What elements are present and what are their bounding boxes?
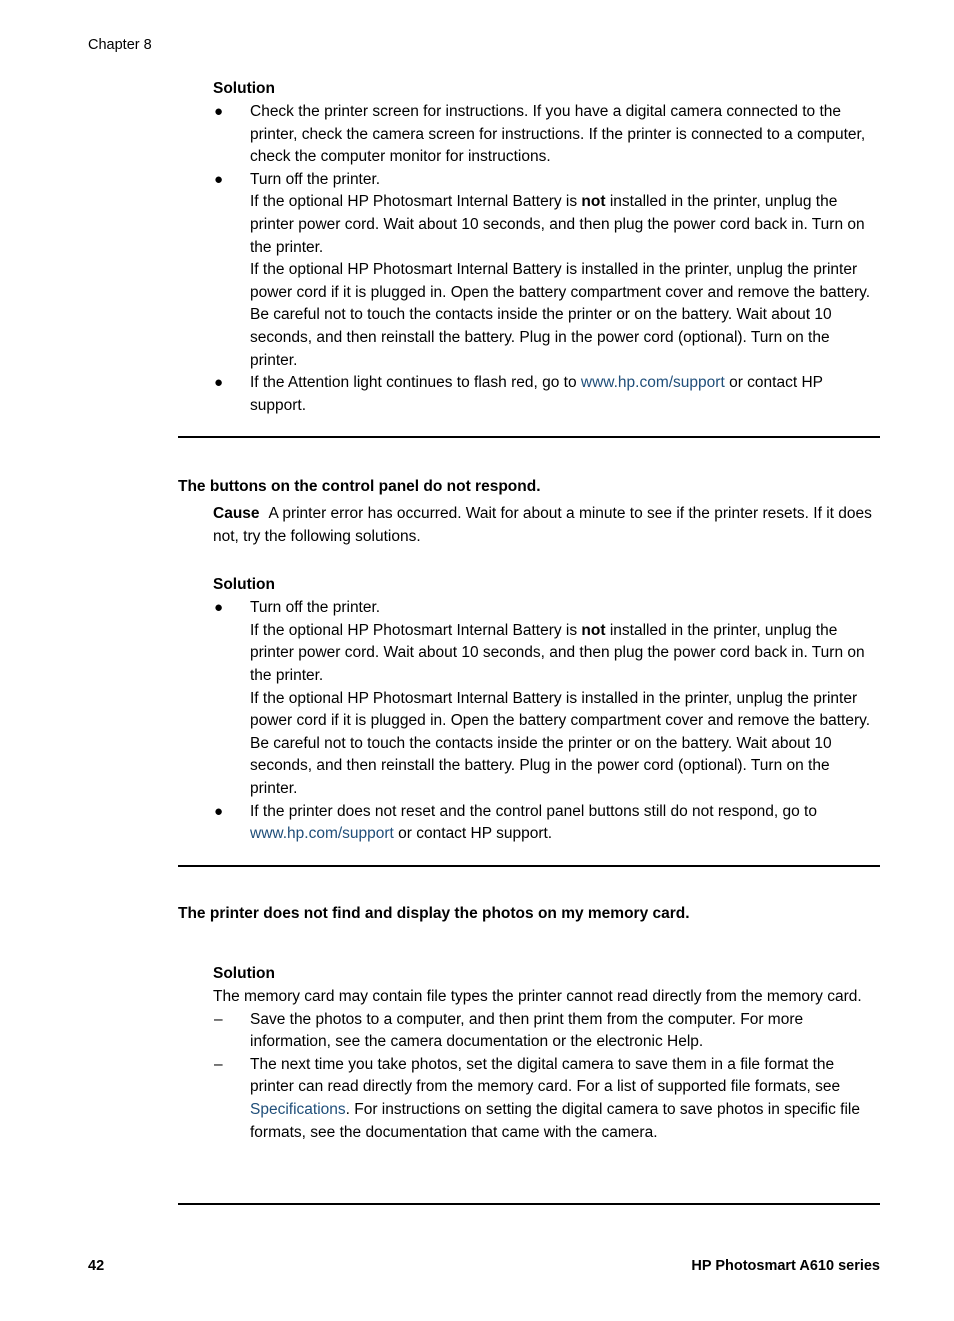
solution-heading: Solution <box>213 576 275 594</box>
solution-heading: Solution <box>213 965 275 982</box>
section-divider <box>178 865 880 867</box>
text-post: or contact HP support. <box>393 825 553 843</box>
bullet-marker: ● <box>214 374 224 392</box>
problem-heading: The printer does not find and display th… <box>178 905 690 922</box>
text-pre: If the printer does not reset and the co… <box>250 802 817 820</box>
solution-dash-list: – Save the photos to a computer, and the… <box>213 1009 880 1145</box>
dash-marker: – <box>214 1010 223 1028</box>
bullet-marker: ● <box>214 170 224 188</box>
hp-support-link[interactable]: www.hp.com/support <box>250 825 394 842</box>
solution-bullet-list: ● Check the printer screen for instructi… <box>213 101 880 417</box>
emphasis-not: not <box>581 193 606 211</box>
bullet-marker: ● <box>214 802 224 820</box>
list-item-text-block-3: If the optional HP Photosmart Internal B… <box>250 689 871 797</box>
problem-heading: The buttons on the control panel do not … <box>178 478 541 495</box>
text-pre: If the Attention light continues to flas… <box>250 374 581 392</box>
text-pre: If the optional HP Photosmart Internal B… <box>250 193 582 211</box>
section-attention-light: Solution ● Check the printer screen for … <box>178 78 880 417</box>
page-number: 42 <box>88 1258 105 1274</box>
cause-label: Cause <box>213 505 260 522</box>
cause-text: A printer error has occurred. Wait for a… <box>213 505 872 545</box>
list-item: ● Turn off the printer. If the optional … <box>213 169 880 372</box>
list-item-text: Check the printer screen for instruction… <box>250 103 866 166</box>
list-item-text: If the printer does not reset and the co… <box>250 801 880 846</box>
bullet-marker: ● <box>214 599 224 617</box>
list-item-text-block-2: If the optional HP Photosmart Internal B… <box>250 620 880 688</box>
product-name: HP Photosmart A610 series <box>691 1258 880 1274</box>
section-control-panel-buttons: The buttons on the control panel do not … <box>178 475 880 846</box>
solution-intro-paragraph: The memory card may contain file types t… <box>213 988 862 1005</box>
list-item: ● If the printer does not reset and the … <box>213 801 880 846</box>
document-page: Chapter 8 Solution ● Check the printer s… <box>0 0 954 1321</box>
list-item-text: The next time you take photos, set the d… <box>250 1054 880 1144</box>
section-divider <box>178 436 880 438</box>
page-footer: 42 HP Photosmart A610 series <box>88 1258 880 1274</box>
list-item-text-block-3: If the optional HP Photosmart Internal B… <box>250 261 871 369</box>
dash-marker: – <box>214 1055 223 1073</box>
emphasis-not: not <box>581 621 606 639</box>
text-pre: The next time you take photos, set the d… <box>250 1055 841 1096</box>
list-item-text: If the Attention light continues to flas… <box>250 372 880 417</box>
chapter-header: Chapter 8 <box>88 37 152 53</box>
bullet-marker: ● <box>214 103 224 120</box>
list-item: ● Turn off the printer. If the optional … <box>213 597 880 800</box>
hp-support-link[interactable]: www.hp.com/support <box>581 374 725 391</box>
list-item: ● If the Attention light continues to fl… <box>213 372 880 417</box>
list-item-text-block-2: If the optional HP Photosmart Internal B… <box>250 191 880 259</box>
footer-divider <box>178 1203 880 1205</box>
list-item-text: Save the photos to a computer, and then … <box>250 1010 804 1051</box>
section-memory-card-photos: The printer does not find and display th… <box>178 902 880 1144</box>
list-item-text-block-1: Turn off the printer. <box>250 599 381 617</box>
specifications-link[interactable]: Specifications <box>250 1101 346 1118</box>
list-item: ● Check the printer screen for instructi… <box>213 101 880 169</box>
text-pre: If the optional HP Photosmart Internal B… <box>250 621 582 639</box>
solution-bullet-list: ● Turn off the printer. If the optional … <box>213 597 880 846</box>
list-item-text-block-1: Turn off the printer. <box>250 170 381 188</box>
cause-paragraph: Cause A printer error has occurred. Wait … <box>213 503 880 548</box>
solution-heading: Solution <box>213 80 275 97</box>
list-item: – The next time you take photos, set the… <box>213 1054 880 1144</box>
list-item: – Save the photos to a computer, and the… <box>213 1009 880 1054</box>
